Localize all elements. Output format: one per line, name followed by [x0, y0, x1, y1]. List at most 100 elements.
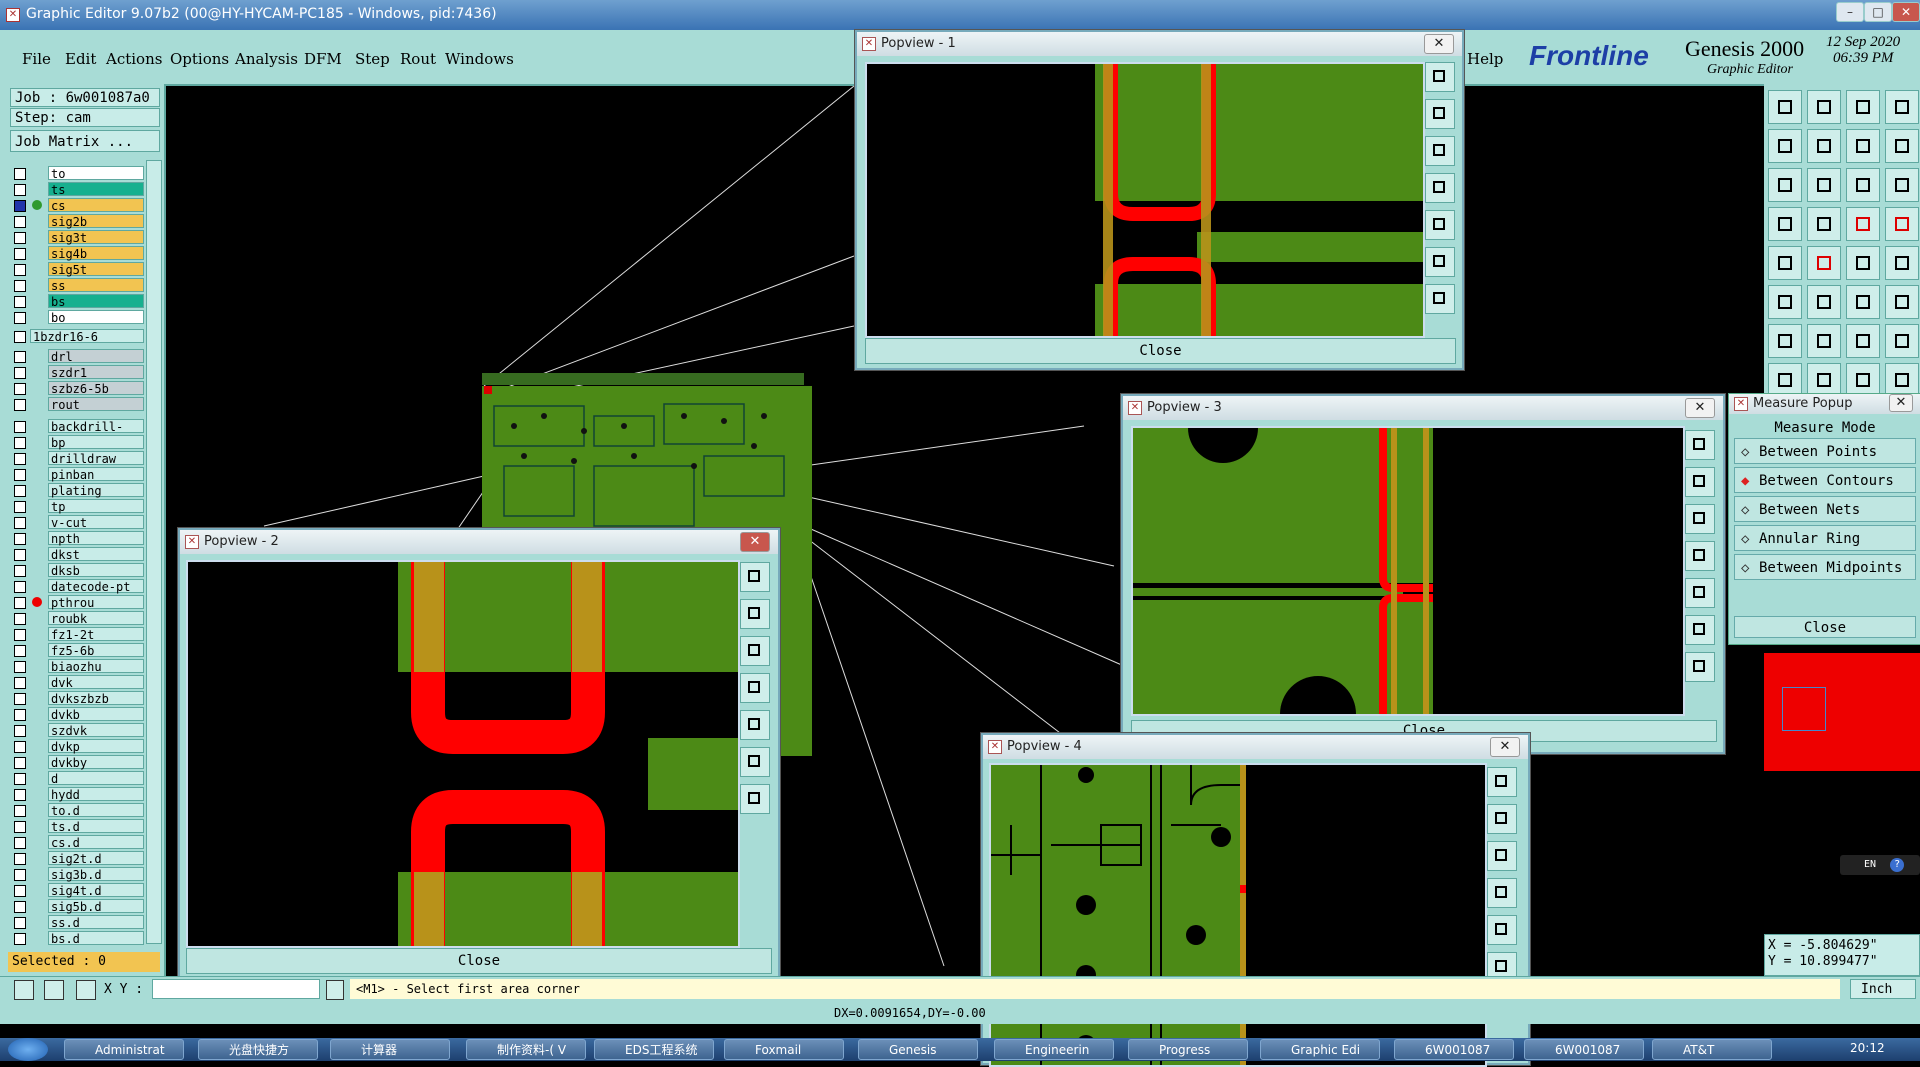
zoom-out-icon[interactable]: [1487, 841, 1517, 871]
menu-analysis[interactable]: Analysis: [235, 50, 298, 68]
taskbar-button[interactable]: Foxmail: [724, 1039, 844, 1060]
layer-name[interactable]: to.d: [48, 803, 144, 818]
taskbar-button[interactable]: 制作资料-( V: [466, 1039, 586, 1060]
zoom-fit-icon[interactable]: [740, 562, 770, 592]
layer-row[interactable]: fz1-2t: [14, 627, 144, 642]
minimize-button[interactable]: –: [1836, 2, 1864, 22]
layer-row[interactable]: sig2t.d: [14, 851, 144, 866]
taskbar-button[interactable]: Graphic Edi: [1260, 1039, 1380, 1060]
layer-name[interactable]: szdr1: [48, 365, 144, 380]
toolbar-tool-icon[interactable]: [1807, 246, 1841, 280]
pan-right-icon[interactable]: [1685, 578, 1715, 608]
layer-name[interactable]: fz5-6b: [48, 643, 144, 658]
overview-panel[interactable]: [1764, 653, 1920, 771]
layer-checkbox[interactable]: [14, 469, 26, 481]
layer-name[interactable]: bo: [48, 310, 144, 325]
toolbar-tool-icon[interactable]: [1846, 129, 1880, 163]
layer-row[interactable]: 1bzdr16-6: [14, 329, 144, 344]
layer-checkbox[interactable]: [14, 351, 26, 363]
measure-close-x-button[interactable]: ✕: [1889, 394, 1913, 412]
menu-help[interactable]: Help: [1467, 50, 1503, 68]
layer-name[interactable]: dvk: [48, 675, 144, 690]
layer-row[interactable]: d: [14, 771, 144, 786]
pan-left-icon[interactable]: [1487, 878, 1517, 908]
zoom-in-icon[interactable]: [740, 599, 770, 629]
layer-checkbox[interactable]: [14, 533, 26, 545]
layer-row[interactable]: ts: [14, 182, 144, 197]
measure-tool-icon[interactable]: [44, 980, 64, 1000]
menu-options[interactable]: Options: [170, 50, 229, 68]
zoom-fit-icon[interactable]: [1685, 430, 1715, 460]
layer-row[interactable]: sig3t: [14, 230, 144, 245]
toolbar-tool-icon[interactable]: [1885, 324, 1919, 358]
layer-row[interactable]: sig5b.d: [14, 899, 144, 914]
layer-row[interactable]: dksb: [14, 563, 144, 578]
toolbar-tool-icon[interactable]: [1885, 285, 1919, 319]
zoom-in-icon[interactable]: [1487, 804, 1517, 834]
units-selector[interactable]: Inch: [1850, 979, 1916, 999]
layer-checkbox[interactable]: [14, 216, 26, 228]
layer-row[interactable]: bs: [14, 294, 144, 309]
layer-name[interactable]: plating: [48, 483, 144, 498]
layer-name[interactable]: dvkby: [48, 755, 144, 770]
layer-checkbox[interactable]: [14, 693, 26, 705]
taskbar-button[interactable]: 光盘快捷方: [198, 1039, 318, 1060]
expand-icon[interactable]: [1425, 247, 1455, 277]
layer-name[interactable]: hydd: [48, 787, 144, 802]
layer-checkbox[interactable]: [14, 383, 26, 395]
layer-checkbox[interactable]: [14, 168, 26, 180]
toolbar-tool-icon[interactable]: [1768, 90, 1802, 124]
layer-row[interactable]: ss.d: [14, 915, 144, 930]
layer-name[interactable]: sig3t: [48, 230, 144, 245]
layer-name[interactable]: sig4b: [48, 246, 144, 261]
menu-actions[interactable]: Actions: [106, 50, 162, 68]
layer-row[interactable]: dvkszbzb: [14, 691, 144, 706]
layer-row[interactable]: cs.d: [14, 835, 144, 850]
layer-checkbox[interactable]: [14, 200, 26, 212]
center-icon[interactable]: [740, 784, 770, 814]
zoom-out-icon[interactable]: [740, 636, 770, 666]
popview-1-close-button[interactable]: Close: [865, 338, 1456, 364]
layer-name[interactable]: sig4t.d: [48, 883, 144, 898]
layer-name[interactable]: szbz6-5b: [48, 381, 144, 396]
layer-name[interactable]: d: [48, 771, 144, 786]
pan-right-icon[interactable]: [1425, 210, 1455, 240]
layer-checkbox[interactable]: [14, 184, 26, 196]
start-button[interactable]: [8, 1038, 48, 1061]
xy-input[interactable]: [152, 979, 320, 999]
popview-1-view[interactable]: [865, 62, 1425, 338]
layer-row[interactable]: dvkb: [14, 707, 144, 722]
layer-row[interactable]: bo: [14, 310, 144, 325]
toolbar-tool-icon[interactable]: [1768, 285, 1802, 319]
layer-checkbox[interactable]: [14, 501, 26, 513]
layer-name[interactable]: v-cut: [48, 515, 144, 530]
taskbar-button[interactable]: 计算器: [330, 1039, 450, 1060]
taskbar-button[interactable]: AT&T: [1652, 1039, 1772, 1060]
layer-row[interactable]: ts.d: [14, 819, 144, 834]
zoom-out-icon[interactable]: [1685, 504, 1715, 534]
layer-row[interactable]: drilldraw: [14, 451, 144, 466]
layer-row[interactable]: tp: [14, 499, 144, 514]
menu-dfm[interactable]: DFM: [304, 50, 342, 68]
layer-checkbox[interactable]: [14, 280, 26, 292]
layer-name[interactable]: drl: [48, 349, 144, 364]
popview-2-close-x-button[interactable]: ✕: [740, 532, 770, 552]
center-icon[interactable]: [1425, 284, 1455, 314]
layer-checkbox[interactable]: [14, 565, 26, 577]
measure-option[interactable]: ◇ Between Points: [1734, 438, 1916, 464]
toolbar-tool-icon[interactable]: [1768, 168, 1802, 202]
layer-checkbox[interactable]: [14, 901, 26, 913]
toolbar-tool-icon[interactable]: [1885, 90, 1919, 124]
layer-checkbox[interactable]: [14, 399, 26, 411]
layer-row[interactable]: bs.d: [14, 931, 144, 946]
layer-name[interactable]: dvkp: [48, 739, 144, 754]
layer-row[interactable]: to.d: [14, 803, 144, 818]
measure-close-button[interactable]: Close: [1734, 616, 1916, 638]
center-icon[interactable]: [1685, 652, 1715, 682]
layer-name[interactable]: drilldraw: [48, 451, 144, 466]
layer-checkbox[interactable]: [14, 725, 26, 737]
toolbar-tool-icon[interactable]: [1807, 129, 1841, 163]
layer-row[interactable]: pthrou: [14, 595, 144, 610]
popview-3-view[interactable]: [1131, 426, 1685, 716]
layer-row[interactable]: rout: [14, 397, 144, 412]
